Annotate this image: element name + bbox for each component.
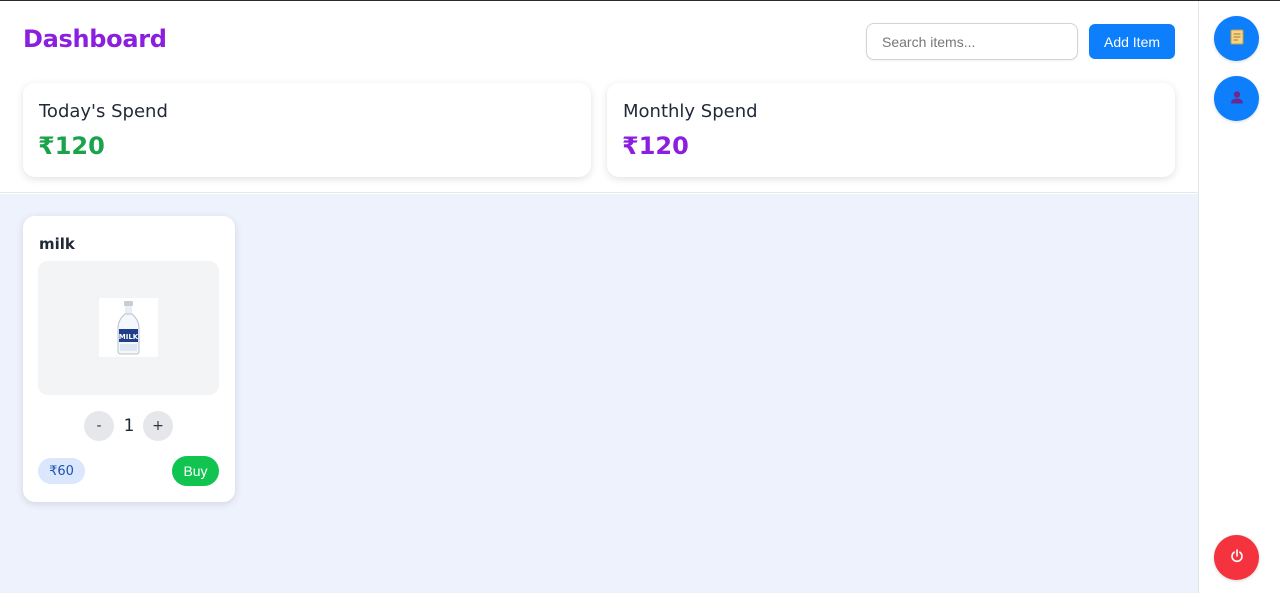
right-sidebar xyxy=(1198,1,1280,593)
page-title: Dashboard xyxy=(23,25,167,53)
today-spend-card: Today's Spend ₹120 xyxy=(23,83,591,177)
buy-button[interactable]: Buy xyxy=(172,456,219,486)
item-name: milk xyxy=(39,235,75,253)
search-input[interactable] xyxy=(866,23,1078,60)
items-grid: milk MILK - 1 + ₹60 Buy xyxy=(0,194,1198,593)
price-badge: ₹60 xyxy=(38,458,85,484)
item-image-container: MILK xyxy=(38,261,219,395)
decrease-quantity-button[interactable]: - xyxy=(84,411,114,441)
monthly-spend-card: Monthly Spend ₹120 xyxy=(607,83,1175,177)
logout-button[interactable] xyxy=(1214,535,1259,580)
power-icon xyxy=(1230,549,1244,566)
today-spend-value: ₹120 xyxy=(38,132,105,160)
monthly-spend-label: Monthly Spend xyxy=(623,101,758,122)
item-card: milk MILK - 1 + ₹60 Buy xyxy=(23,216,235,502)
header: Dashboard Add Item Today's Spend ₹120 Mo… xyxy=(0,1,1198,193)
quantity-value: 1 xyxy=(123,416,135,436)
user-icon xyxy=(1230,90,1244,107)
milk-bottle-icon: MILK xyxy=(99,298,158,357)
receipt-icon xyxy=(1230,29,1244,48)
monthly-spend-value: ₹120 xyxy=(622,132,689,160)
increase-quantity-button[interactable]: + xyxy=(143,411,173,441)
today-spend-label: Today's Spend xyxy=(39,101,168,122)
svg-text:MILK: MILK xyxy=(119,333,139,341)
app-window: Dashboard Add Item Today's Spend ₹120 Mo… xyxy=(0,0,1280,593)
profile-button[interactable] xyxy=(1214,76,1259,121)
receipt-button[interactable] xyxy=(1214,16,1259,61)
add-item-button[interactable]: Add Item xyxy=(1089,24,1175,59)
